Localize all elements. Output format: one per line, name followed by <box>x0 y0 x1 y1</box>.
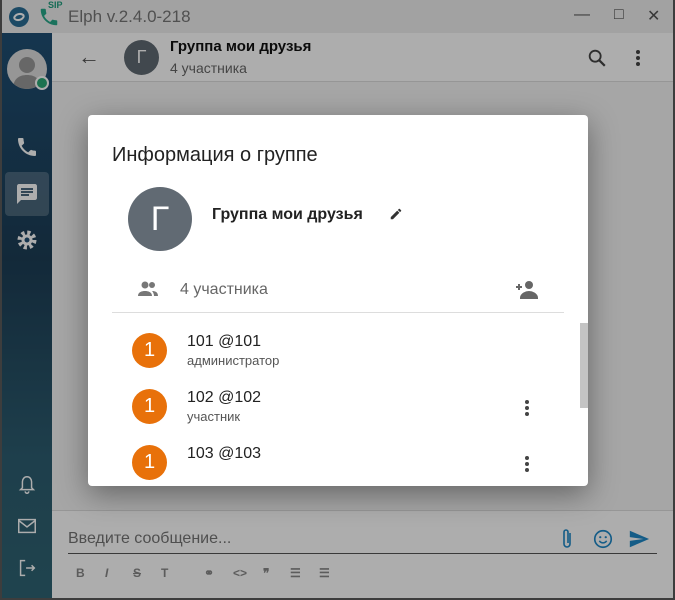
scrollbar[interactable] <box>580 323 588 408</box>
member-avatar: 1 <box>132 389 167 424</box>
member-role: участник <box>187 409 241 424</box>
member-name: 101 @101 <box>187 333 262 350</box>
divider <box>112 312 564 313</box>
member-role: администратор <box>187 353 280 368</box>
member-name: 102 @102 <box>187 389 262 406</box>
dialog-title: Информация о группе <box>112 144 318 166</box>
member-name: 103 @103 <box>187 445 262 462</box>
member-avatar: 1 <box>132 333 167 368</box>
member-avatar: 1 <box>132 445 167 480</box>
group-avatar: Г <box>128 187 192 251</box>
group-name: Группа мои друзья <box>212 206 363 223</box>
member-menu-icon[interactable] <box>522 398 532 418</box>
member-menu-icon[interactable] <box>522 454 532 474</box>
members-count: 4 участника <box>180 281 268 298</box>
group-members-icon <box>138 281 158 296</box>
group-info-dialog: Информация о группе Г Группа мои друзья … <box>88 115 588 486</box>
add-member-icon[interactable] <box>514 278 540 300</box>
edit-pencil-icon[interactable] <box>389 207 403 221</box>
